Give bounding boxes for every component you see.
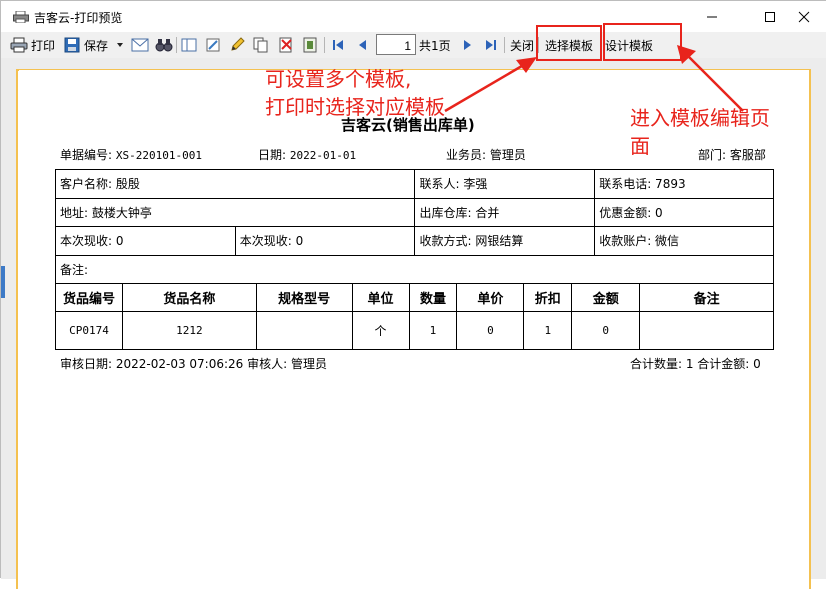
annotation-select-template: 可设置多个模板, 打印时选择对应模板	[265, 65, 445, 121]
print-preview-window: 吉客云-打印预览 打印 保存 1 共1页 关闭 选择模板 设计模板 吉客云(销售…	[0, 0, 826, 590]
annotation-line: 打印时选择对应模板	[265, 95, 445, 119]
annotation-line: 面	[630, 134, 650, 158]
arrow-to-select-template	[444, 61, 528, 113]
arrow-to-design-template	[684, 52, 744, 112]
arrow-head	[516, 57, 537, 73]
annotation-design-template: 进入模板编辑页 面	[630, 104, 770, 160]
annotation-line: 进入模板编辑页	[630, 106, 770, 130]
annotation-line: 可设置多个模板,	[265, 67, 412, 91]
